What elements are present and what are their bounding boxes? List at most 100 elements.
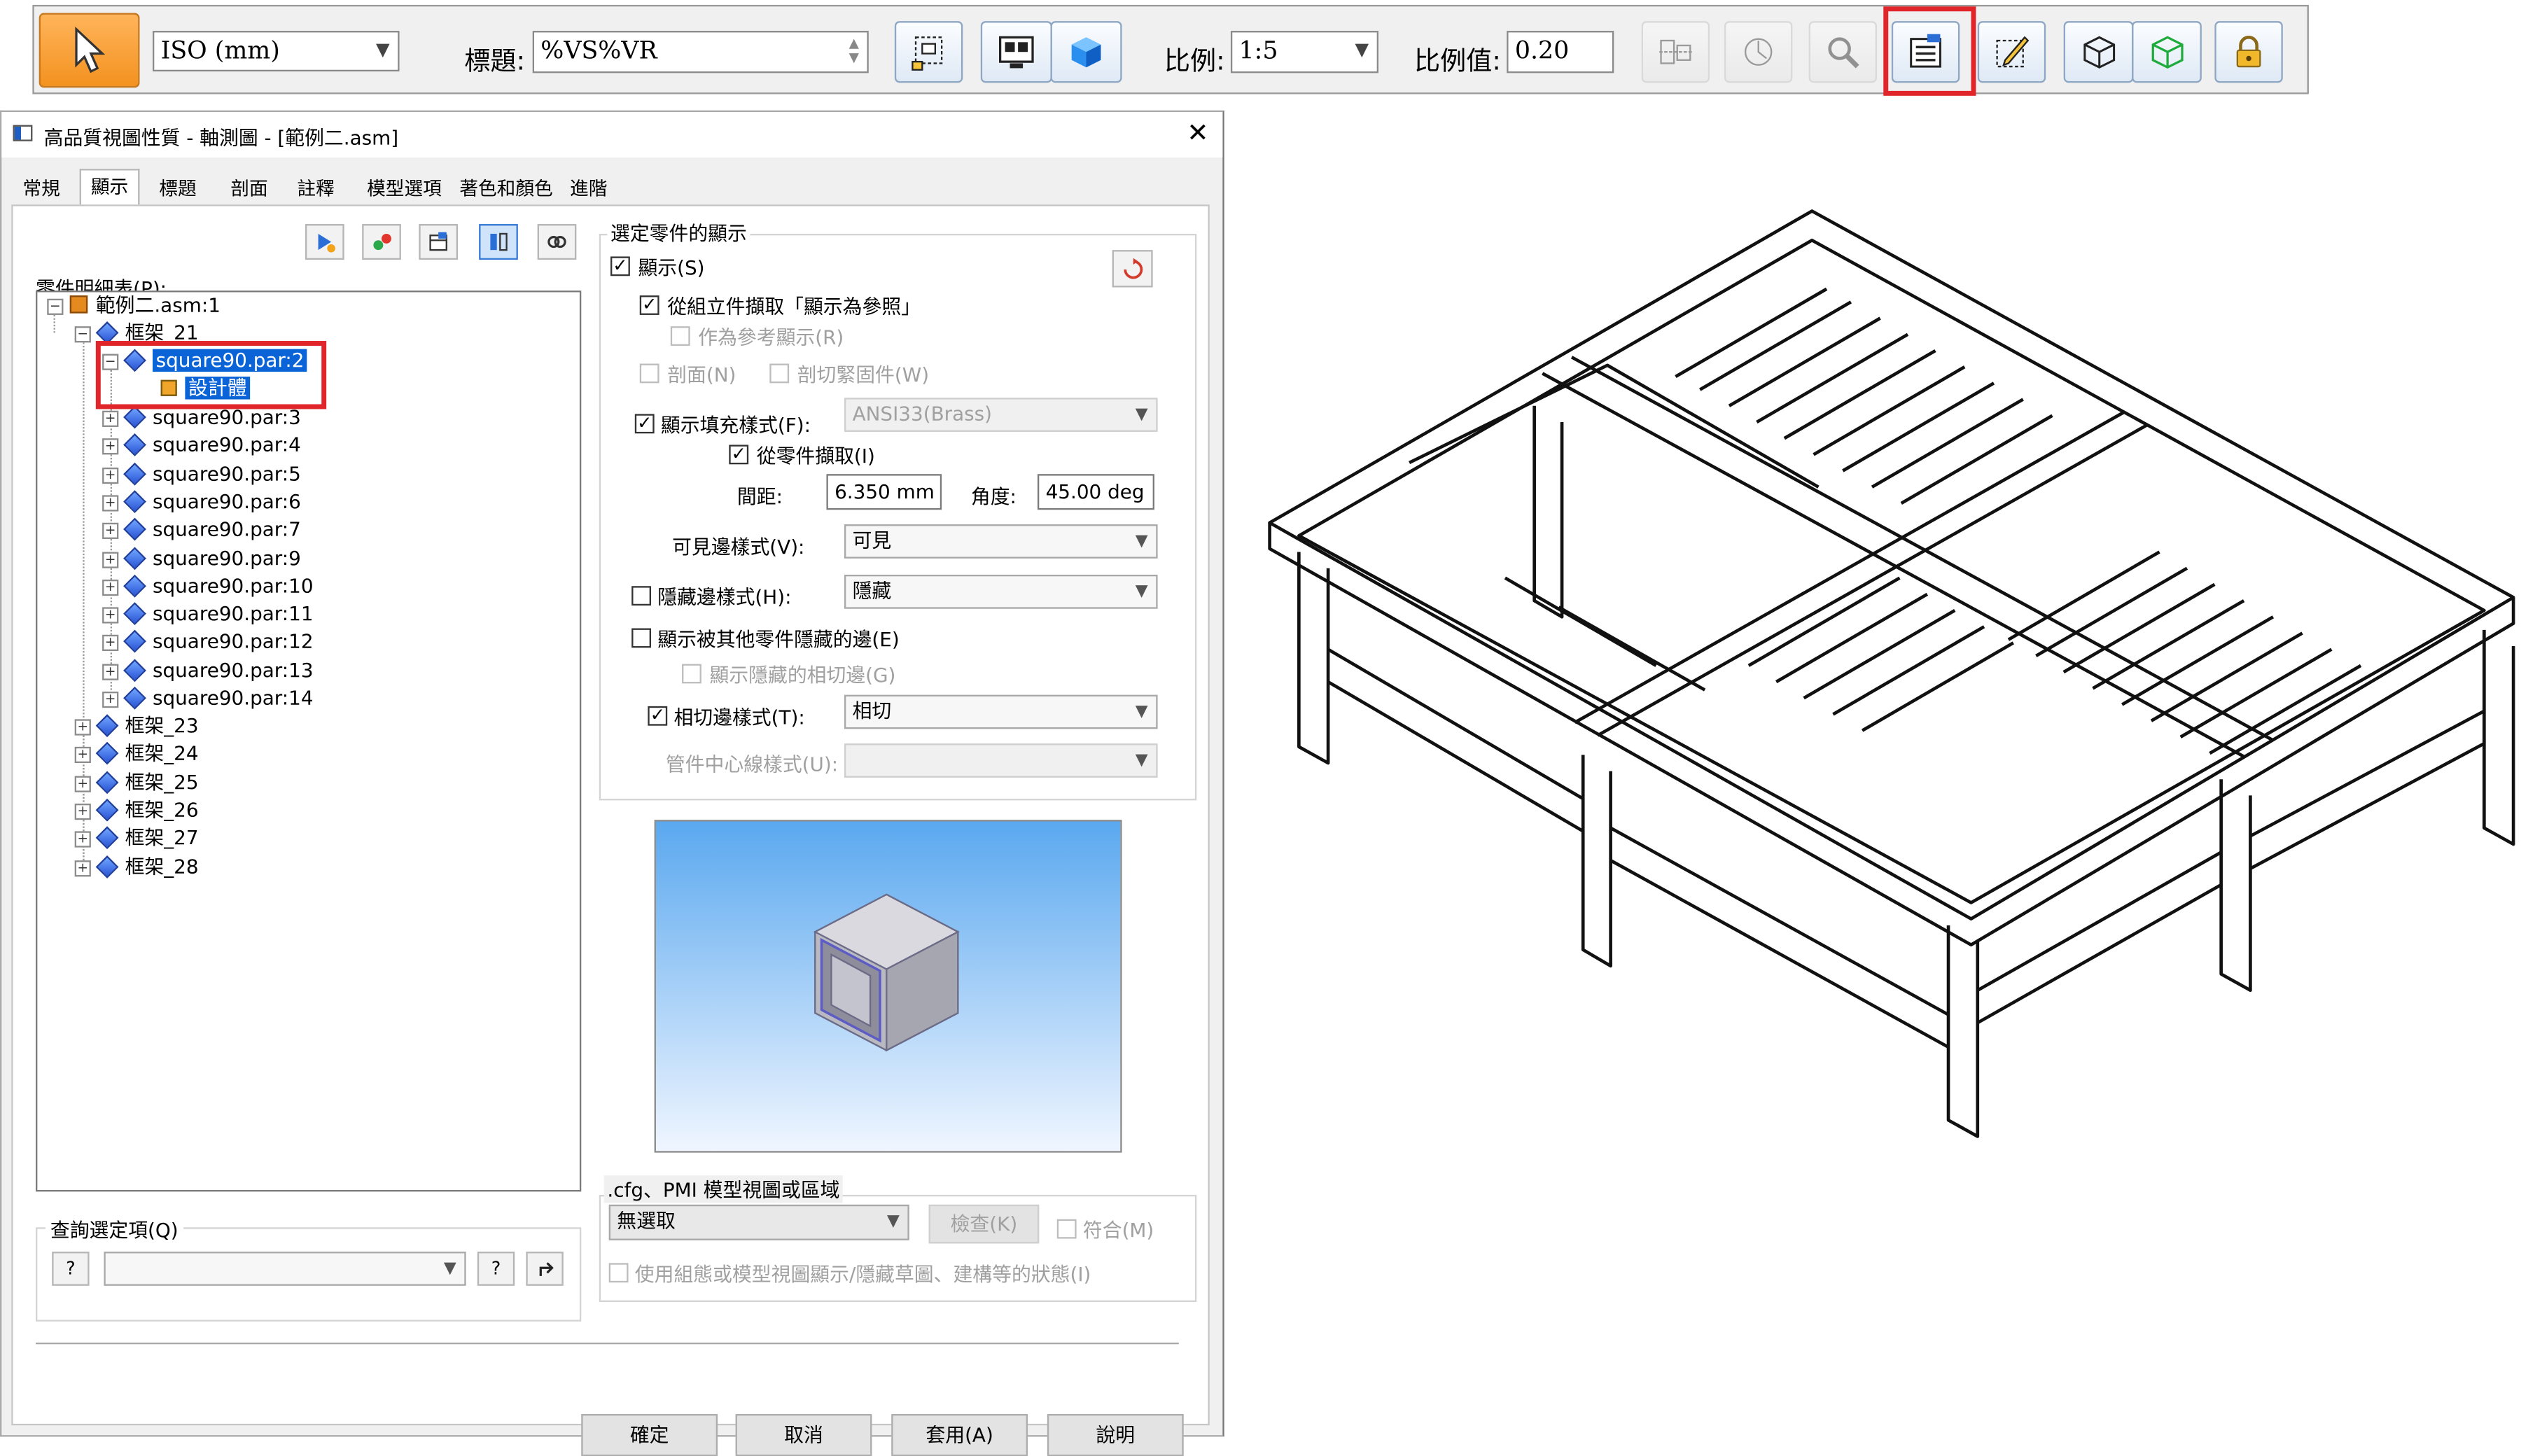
expand-icon[interactable]: +: [102, 579, 119, 596]
cancel-button[interactable]: 取消: [735, 1414, 872, 1456]
padlock-icon: [2236, 36, 2261, 68]
tree-part-item[interactable]: square90.par:14: [123, 685, 314, 711]
caption-input[interactable]: %VS%VR ▲ ▼: [532, 31, 869, 74]
expand-icon[interactable]: +: [102, 664, 119, 680]
query-help-button[interactable]: ?: [52, 1252, 90, 1286]
tree-tool-button-5[interactable]: [537, 224, 577, 260]
select-tool-button[interactable]: [39, 13, 140, 88]
tree-tool-button-2[interactable]: [362, 224, 401, 260]
tree-part-item[interactable]: square90.par:7: [123, 517, 301, 542]
apply-button[interactable]: 套用(A): [891, 1414, 1028, 1456]
tab-6[interactable]: 著色和顏色: [449, 172, 562, 204]
tab-0[interactable]: 常規: [13, 172, 70, 204]
tree-root[interactable]: 範例二.asm:1: [69, 292, 221, 318]
show-hidden-by-others-checkbox[interactable]: [631, 628, 651, 648]
tab-1[interactable]: 顯示: [79, 169, 140, 208]
expand-icon[interactable]: +: [74, 860, 91, 877]
wireframe-cube-button[interactable]: [2063, 21, 2134, 83]
tree-frame-item[interactable]: 框架_23: [95, 713, 199, 738]
expand-icon[interactable]: +: [74, 804, 91, 820]
expand-icon[interactable]: +: [74, 719, 91, 736]
expand-icon[interactable]: +: [102, 410, 119, 427]
query-refresh-button[interactable]: [526, 1252, 564, 1286]
zoom-area-button[interactable]: [1808, 21, 1877, 83]
tree-part-item[interactable]: square90.par:11: [123, 601, 314, 626]
tree-frame-item[interactable]: 框架_28: [95, 854, 199, 880]
standard-select[interactable]: ISO (mm) ▼: [153, 31, 400, 72]
tab-2[interactable]: 標題: [149, 172, 206, 204]
view-layout-button[interactable]: [980, 21, 1052, 83]
from-assembly-label: 從組立件擷取「顯示為參照」: [667, 295, 921, 318]
use-config-checkbox[interactable]: [608, 1263, 629, 1283]
caption-settings-button[interactable]: [894, 21, 963, 83]
ok-button[interactable]: 確定: [581, 1414, 718, 1456]
tree-part-item[interactable]: square90.par:9: [123, 545, 301, 571]
visible-edge-select[interactable]: 可見 ▼: [844, 524, 1158, 559]
close-icon[interactable]: ✕: [1187, 117, 1208, 148]
hidden-edge-checkbox[interactable]: [631, 586, 651, 606]
match-checkbox[interactable]: [1056, 1219, 1077, 1239]
fill-style-checkbox[interactable]: ✓: [634, 414, 655, 434]
tube-centerline-select[interactable]: ▼: [844, 743, 1158, 778]
scale-value-input[interactable]: 0.20: [1507, 31, 1614, 74]
tree-part-item[interactable]: square90.par:13: [123, 657, 314, 683]
tree-frame-item[interactable]: 框架_26: [95, 797, 199, 823]
tree-part-item[interactable]: square90.par:6: [123, 489, 301, 514]
lock-view-button[interactable]: [2214, 21, 2283, 83]
tree-tool-button-4[interactable]: [479, 224, 518, 260]
from-part-checkbox[interactable]: ✓: [729, 444, 749, 465]
edit-view-button[interactable]: [1977, 21, 2046, 83]
tangent-edge-select[interactable]: 相切 ▼: [844, 694, 1158, 729]
expand-icon[interactable]: +: [102, 522, 119, 539]
tab-4[interactable]: 註釋: [287, 172, 344, 204]
expand-icon[interactable]: +: [102, 438, 119, 455]
tree-part-item[interactable]: square90.par:10: [123, 573, 314, 599]
tree-frame-item[interactable]: 框架_24: [95, 741, 199, 766]
rotate-view-button[interactable]: [1724, 21, 1793, 83]
hidden-edge-select[interactable]: 隱藏 ▼: [844, 574, 1158, 609]
align-view-button[interactable]: [1641, 21, 1710, 83]
part-icon: [123, 547, 146, 570]
expand-icon[interactable]: +: [102, 607, 119, 624]
tree-part-item[interactable]: square90.par:12: [123, 629, 314, 654]
tree-frame-item[interactable]: 框架_25: [95, 769, 199, 795]
tree-frame-item[interactable]: 框架_27: [95, 825, 199, 850]
expand-icon[interactable]: +: [74, 831, 91, 848]
tab-3[interactable]: 剖面: [221, 172, 277, 204]
parts-tree[interactable]: − 範例二.asm:1− 框架_21− square90.par:2 設計體 + squar…: [36, 290, 582, 1192]
spacing-input[interactable]: 6.350 mm: [826, 474, 942, 510]
show-hidden-tangent-checkbox[interactable]: [682, 664, 701, 684]
pmi-select[interactable]: 無選取 ▼: [608, 1204, 909, 1240]
shaded-view-button[interactable]: [1050, 21, 1122, 83]
tab-7[interactable]: 進階: [560, 172, 617, 204]
expand-icon[interactable]: +: [74, 746, 91, 764]
as-reference-checkbox[interactable]: [670, 326, 690, 346]
expand-icon[interactable]: +: [102, 495, 119, 512]
expand-icon[interactable]: +: [102, 467, 119, 484]
tree-tool-button-1[interactable]: [305, 224, 344, 260]
tree-part-item[interactable]: square90.par:5: [123, 461, 301, 487]
inspect-button[interactable]: 檢查(K): [928, 1204, 1040, 1244]
collapse-icon[interactable]: −: [47, 298, 64, 315]
tree-part-item[interactable]: square90.par:4: [123, 432, 301, 458]
scale-select[interactable]: 1:5 ▼: [1230, 31, 1379, 74]
expand-icon[interactable]: +: [102, 634, 119, 651]
reset-display-button[interactable]: [1112, 250, 1153, 288]
fill-style-select[interactable]: ANSI33(Brass) ▼: [844, 398, 1158, 432]
tree-tool-button-3[interactable]: [419, 224, 459, 260]
expand-icon[interactable]: +: [102, 552, 119, 568]
green-cube-button[interactable]: [2132, 21, 2202, 83]
from-assembly-checkbox[interactable]: ✓: [639, 295, 659, 315]
tangent-edge-checkbox[interactable]: ✓: [648, 706, 668, 726]
expand-icon[interactable]: +: [74, 776, 91, 792]
section-fasteners-checkbox[interactable]: [769, 363, 790, 384]
query-select[interactable]: ▼: [104, 1252, 466, 1286]
tab-5[interactable]: 模型選項: [357, 172, 452, 204]
query-help-button-2[interactable]: ?: [477, 1252, 515, 1286]
collapse-icon[interactable]: −: [74, 326, 91, 343]
section-checkbox[interactable]: [639, 363, 659, 384]
help-button[interactable]: 說明: [1047, 1414, 1184, 1456]
show-checkbox[interactable]: ✓: [610, 256, 630, 276]
angle-input[interactable]: 45.00 deg: [1037, 474, 1154, 510]
expand-icon[interactable]: +: [102, 691, 119, 708]
